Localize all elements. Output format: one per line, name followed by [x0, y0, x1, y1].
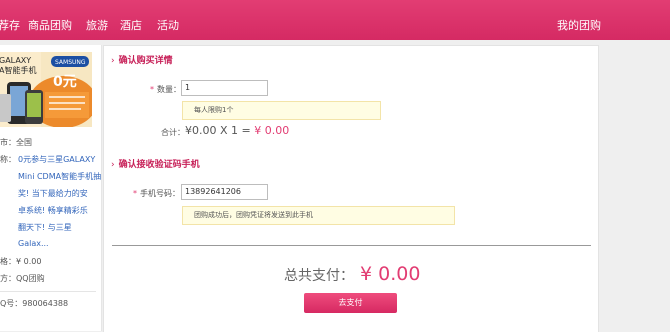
city-info: 市：全国 [0, 138, 32, 147]
qq-number-info: Q号：980064388 [0, 299, 69, 308]
product-name-line-6[interactable]: Galax... [18, 239, 49, 248]
pay-button[interactable]: 去支付 [304, 293, 397, 313]
total-payment: 总共支付： ¥ 0.00 [284, 263, 420, 285]
galaxy-brand-text: GALAXY [0, 56, 31, 65]
subtotal-label: 合计： [161, 128, 185, 137]
phone-label: * 手机号码： [133, 189, 180, 198]
required-marker: * [150, 85, 154, 94]
section-arrow-icon: › [111, 160, 115, 170]
product-name-line-1[interactable]: 0元参与三星GALAXY [18, 154, 95, 165]
price-info: 格：¥ 0.00 [0, 257, 42, 266]
samsung-logo-text: SAMSUNG [55, 59, 86, 66]
quantity-label: * 数量： [150, 85, 181, 94]
nav-item-hotel[interactable]: 酒店 [120, 17, 142, 33]
sidebar-divider [0, 291, 96, 292]
product-name-label: 称： [0, 155, 16, 164]
quantity-input[interactable]: 1 [181, 80, 268, 96]
subtotal-formula: ¥0.00 X 1 = [185, 124, 255, 137]
quantity-limit-note: 每人限购1个 [182, 101, 381, 120]
nav-item-activity[interactable]: 活动 [157, 17, 179, 33]
smartphone-sub-text: A智能手机 [0, 65, 36, 75]
product-name-line-4[interactable]: 卓系统! 畅享精彩乐 [18, 205, 88, 216]
product-name-line-5[interactable]: 翻天下! 与三星 [18, 222, 72, 233]
total-amount: ¥ 0.00 [360, 263, 421, 285]
phone-notice: 团购成功后，团购凭证将发送到此手机 [182, 206, 455, 225]
section-confirm-phone-title: › 确认接收验证码手机 [111, 160, 200, 170]
nav-item-recommend[interactable]: 荐存 [0, 17, 20, 33]
product-sidebar: SAMSUNG GALAXY A智能手机 0元 市：全国 称： 0元参与三星GA… [0, 45, 102, 331]
product-image[interactable]: SAMSUNG GALAXY A智能手机 0元 [0, 52, 92, 127]
subtotal-result: ¥ 0.00 [254, 124, 290, 137]
zero-yuan-text: 0元 [53, 74, 77, 90]
nav-item-my-groupbuy[interactable]: 我的团购 [557, 17, 601, 33]
nav-item-goods-groupbuy[interactable]: 商品团购 [28, 17, 72, 33]
product-name-line-2[interactable]: Mini CDMA智能手机抽 [18, 171, 101, 182]
section-arrow-icon: › [111, 56, 115, 66]
product-banner-graphic: SAMSUNG GALAXY A智能手机 0元 [0, 52, 92, 127]
section-confirm-purchase-title: › 确认购买详情 [111, 56, 173, 66]
top-nav-bar: 荐存 商品团购 旅游 酒店 活动 我的团购 [0, 0, 670, 40]
vendor-info: 方：QQ团购 [0, 274, 45, 283]
product-name-line-3[interactable]: 奖! 当下最给力的安 [18, 188, 88, 199]
nav-item-travel[interactable]: 旅游 [86, 17, 108, 33]
subtotal-line: ¥0.00 X 1 = ¥ 0.00 [185, 124, 289, 137]
phone-input[interactable]: 13892641206 [181, 184, 268, 200]
total-label: 总共支付： [284, 268, 354, 284]
total-divider [112, 245, 591, 246]
required-marker: * [133, 189, 137, 198]
checkout-panel: › 确认购买详情 * 数量： 1 每人限购1个 合计： ¥0.00 X 1 = ¥ … [103, 45, 599, 332]
